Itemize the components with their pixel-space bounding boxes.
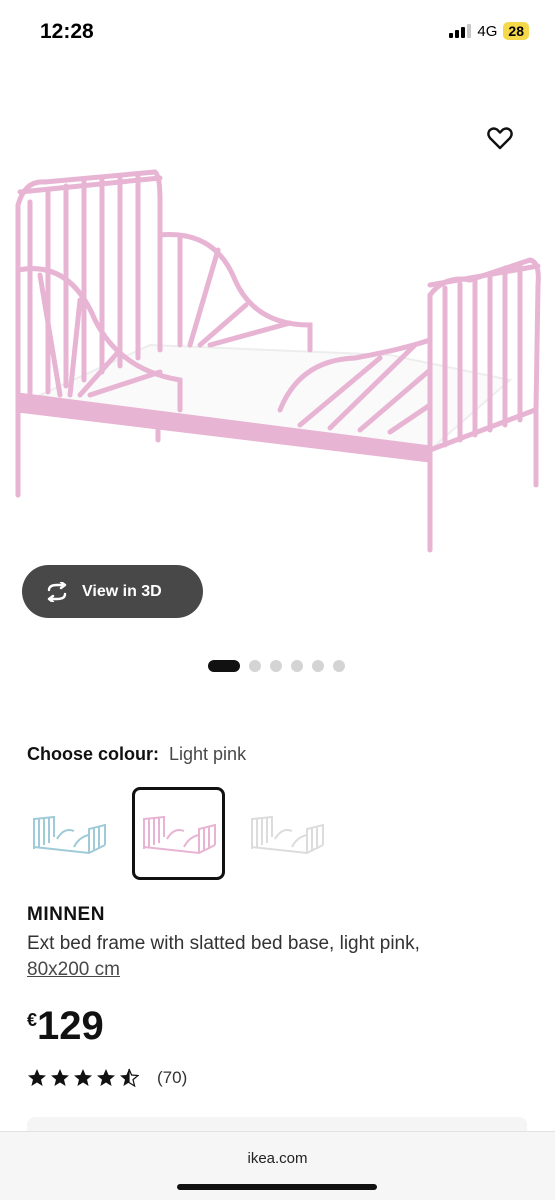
network-label: 4G <box>477 22 498 40</box>
view-in-3d-button[interactable]: View in 3D <box>22 565 203 618</box>
product-rating[interactable]: (70) <box>27 1068 187 1088</box>
carousel-dots <box>208 660 345 672</box>
carousel-dot[interactable] <box>249 660 261 672</box>
colour-label: Choose colour: <box>27 744 160 764</box>
favorite-heart-button[interactable] <box>486 124 514 152</box>
bed-thumbnail-icon <box>32 815 106 854</box>
carousel-dot-active[interactable] <box>208 660 240 672</box>
star-full-icon <box>74 1069 92 1086</box>
colour-swatch-light-pink[interactable] <box>132 787 225 880</box>
carousel-dot[interactable] <box>312 660 324 672</box>
carousel-dot[interactable] <box>333 660 345 672</box>
browser-url[interactable]: ikea.com <box>0 1150 555 1167</box>
status-time: 12:28 <box>40 20 94 43</box>
signal-icon <box>449 24 472 38</box>
bed-thumbnail-icon <box>250 815 324 854</box>
price-amount: 129 <box>37 1004 104 1048</box>
star-full-icon <box>51 1069 69 1086</box>
carousel-dot[interactable] <box>270 660 282 672</box>
colour-value: Light pink <box>169 744 247 764</box>
star-half-icon <box>120 1068 139 1088</box>
price-currency: € <box>27 1010 38 1030</box>
browser-address-bar[interactable]: ikea.com <box>0 1131 555 1200</box>
status-bar: 12:28 4G 28 <box>0 0 555 66</box>
carousel-dot[interactable] <box>291 660 303 672</box>
status-indicators: 4G 28 <box>449 22 529 40</box>
product-price: € 129 <box>27 1004 104 1048</box>
product-description-text: Ext bed frame with slatted bed base, lig… <box>27 933 420 954</box>
colour-swatch-light-blue[interactable] <box>22 787 115 880</box>
bed-thumbnail-icon <box>142 815 216 854</box>
star-full-icon <box>28 1069 46 1086</box>
review-count: (70) <box>157 1068 188 1087</box>
colour-chooser: Choose colour: Light pink <box>27 744 246 765</box>
heart-icon <box>487 127 513 150</box>
product-name: MINNEN <box>27 904 105 925</box>
colour-swatch-white[interactable] <box>240 787 333 880</box>
rotate-icon <box>47 581 67 602</box>
view-in-3d-label: View in 3D <box>82 582 162 600</box>
rating-stars <box>27 1068 139 1088</box>
battery-icon: 28 <box>503 22 529 40</box>
product-size-link[interactable]: 80x200 cm <box>27 959 120 980</box>
home-indicator <box>177 1184 377 1190</box>
product-description: Ext bed frame with slatted bed base, lig… <box>27 931 537 983</box>
star-full-icon <box>97 1069 115 1086</box>
bed-frame-image[interactable] <box>0 110 555 570</box>
